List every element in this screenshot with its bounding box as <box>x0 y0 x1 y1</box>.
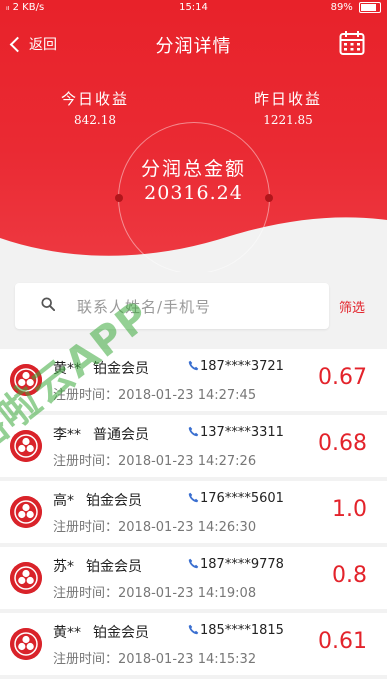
header-banner: ᵢₗ 2 KB/s 15:14 89% 返回 分润详情 今日收益 842.18 <box>0 0 387 272</box>
member-level: 铂金会员 <box>86 559 142 575</box>
phone-number: 187****9778 <box>200 557 284 572</box>
phone-number: 187****3721 <box>200 359 284 374</box>
registration-label: 注册时间： <box>53 388 119 403</box>
member-list: 黄** 铂金会员 187****3721 注册时间：2018-01-23 14:2… <box>0 349 387 679</box>
member-phone: 187****9778 <box>188 557 284 572</box>
avatar <box>10 496 42 528</box>
phone-number: 185****1815 <box>200 623 284 638</box>
yesterday-earnings: 昨日收益 1221.85 <box>208 88 368 127</box>
registration-label: 注册时间： <box>53 454 119 469</box>
member-level: 铂金会员 <box>93 361 149 377</box>
registration-label: 注册时间： <box>53 586 119 601</box>
member-phone: 176****5601 <box>188 491 284 506</box>
filter-button[interactable]: 筛选 <box>339 297 365 316</box>
member-name-line: 李** 普通会员 <box>53 424 149 444</box>
member-phone: 137****3311 <box>188 425 284 440</box>
registration-time: 注册时间：2018-01-23 14:27:45 <box>53 384 256 403</box>
member-level: 铂金会员 <box>93 625 149 641</box>
registration-time: 注册时间：2018-01-23 14:26:30 <box>53 516 256 535</box>
member-name: 苏* <box>53 559 74 575</box>
list-item[interactable]: 黄** 铂金会员 187****3721 注册时间：2018-01-23 14:2… <box>0 349 387 411</box>
member-name: 高* <box>53 493 74 509</box>
total-amount-value: 20316.24 <box>144 182 243 204</box>
phone-icon <box>188 624 199 635</box>
member-name: 黄** <box>53 625 81 641</box>
today-earnings-label: 今日收益 <box>60 90 129 108</box>
status-bar: ᵢₗ 2 KB/s 15:14 89% <box>0 0 387 16</box>
avatar <box>10 562 42 594</box>
phone-number: 176****5601 <box>200 491 284 506</box>
phone-icon <box>188 558 199 569</box>
registration-value: 2018-01-23 14:27:45 <box>118 388 257 403</box>
list-item[interactable]: 苏* 铂金会员 187****9778 注册时间：2018-01-23 14:19… <box>0 547 387 609</box>
member-phone: 185****1815 <box>188 623 284 638</box>
member-level: 铂金会员 <box>86 493 142 509</box>
avatar <box>10 430 42 462</box>
member-name-line: 高* 铂金会员 <box>53 490 142 510</box>
total-amount-label: 分润总金额 <box>140 158 246 180</box>
registration-label: 注册时间： <box>53 652 119 667</box>
member-name: 黄** <box>53 361 81 377</box>
list-item[interactable]: 高* 铂金会员 176****5601 注册时间：2018-01-23 14:26… <box>0 481 387 543</box>
member-name-line: 黄** 铂金会员 <box>53 622 149 642</box>
registration-value: 2018-01-23 14:19:08 <box>118 586 257 601</box>
phone-icon <box>188 492 199 503</box>
list-item[interactable]: 李** 普通会员 137****3311 注册时间：2018-01-23 14:2… <box>0 415 387 477</box>
registration-value: 2018-01-23 14:26:30 <box>118 520 257 535</box>
search-input[interactable] <box>75 293 319 321</box>
share-ratio: 1.0 <box>332 497 367 522</box>
battery-status: 89% <box>331 0 381 16</box>
page-title: 分润详情 <box>155 36 232 57</box>
share-ratio: 0.61 <box>318 629 367 654</box>
today-earnings: 今日收益 842.18 <box>15 88 175 127</box>
battery-percent: 89% <box>330 2 353 13</box>
registration-time: 注册时间：2018-01-23 14:19:08 <box>53 582 256 601</box>
phone-icon <box>188 426 199 437</box>
today-earnings-value: 842.18 <box>74 113 116 127</box>
battery-level <box>361 3 376 11</box>
registration-time: 注册时间：2018-01-23 14:27:26 <box>53 450 256 469</box>
registration-time: 注册时间：2018-01-23 14:15:32 <box>53 648 256 667</box>
member-name-line: 黄** 铂金会员 <box>53 358 149 378</box>
status-time: 15:14 <box>179 2 208 13</box>
yesterday-earnings-label: 昨日收益 <box>253 90 322 108</box>
member-level: 普通会员 <box>93 427 149 443</box>
list-item[interactable]: 黄** 铂金会员 185****1815 注册时间：2018-01-23 14:1… <box>0 613 387 675</box>
share-ratio: 0.8 <box>332 563 367 588</box>
battery-icon <box>359 1 381 13</box>
registration-label: 注册时间： <box>53 520 119 535</box>
phone-icon <box>188 360 199 371</box>
search-icon <box>41 297 55 311</box>
share-ratio: 0.67 <box>318 365 367 390</box>
calendar-icon[interactable] <box>339 30 365 56</box>
registration-value: 2018-01-23 14:15:32 <box>118 652 257 667</box>
member-phone: 187****3721 <box>188 359 284 374</box>
registration-value: 2018-01-23 14:27:26 <box>118 454 257 469</box>
member-name: 李** <box>53 427 81 443</box>
navigation-bar: 返回 分润详情 <box>0 22 387 66</box>
share-ratio: 0.68 <box>318 431 367 456</box>
yesterday-earnings-value: 1221.85 <box>263 113 313 127</box>
phone-number: 137****3311 <box>200 425 284 440</box>
avatar <box>10 364 42 396</box>
search-box <box>15 283 329 329</box>
avatar <box>10 628 42 660</box>
member-name-line: 苏* 铂金会员 <box>53 556 142 576</box>
